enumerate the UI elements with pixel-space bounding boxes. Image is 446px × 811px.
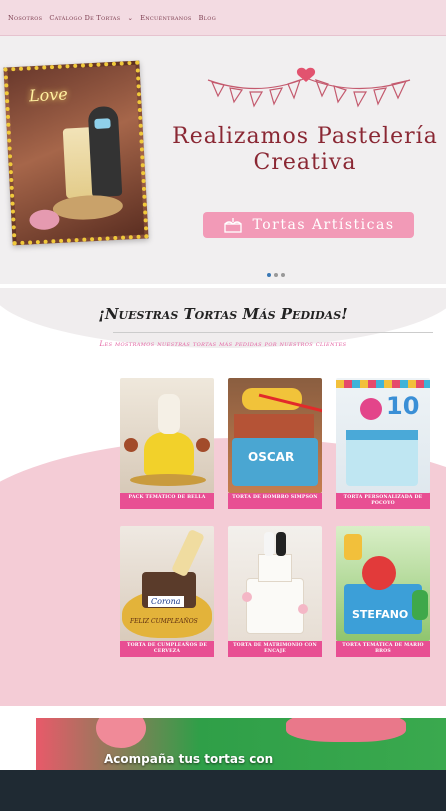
slider-dot-3[interactable] <box>281 273 285 277</box>
cake-name-text: OSCAR <box>248 450 295 464</box>
cake-card[interactable]: PACK TEMÁTICO DE BELLA <box>120 378 214 509</box>
top-nav: Nosotros Catálogo De Tortas ⌄ Encuéntran… <box>0 0 446 36</box>
cake-image-bella[interactable] <box>120 378 214 493</box>
hero-title-line2: Creativa <box>253 150 357 175</box>
hero-title-line1: Realizamos Pastelería <box>172 124 438 149</box>
cake-image-mario[interactable]: STEFANO <box>336 526 430 641</box>
artistic-cakes-badge[interactable]: Tortas Artísticas <box>203 212 414 238</box>
cake-image-cerveza[interactable]: Corona FELIZ CUMPLEAÑOS <box>120 526 214 641</box>
banner-text: Acompaña tus tortas con <box>104 752 274 766</box>
mask-shape <box>94 118 111 129</box>
hero-photo: Love <box>3 60 149 246</box>
section-divider <box>113 332 433 333</box>
section-title: ¡Nuestras Tortas Más Pedidas! <box>98 305 348 323</box>
cake-card[interactable]: STEFANO TORTA TEMÁTICA DE MARIO BROS <box>336 526 430 657</box>
card-caption: PACK TEMÁTICO DE BELLA <box>120 493 214 509</box>
brand-label: Corona <box>148 596 184 607</box>
nav-link-catalogo[interactable]: Catálogo De Tortas <box>49 14 120 22</box>
nav-link-blog[interactable]: Blog <box>199 14 216 22</box>
cake-card[interactable]: OSCAR TORTA DE HOMBRO SIMPSON <box>228 378 322 509</box>
cupcake-tray <box>52 193 124 222</box>
bunting-decoration <box>207 67 411 108</box>
slider-dot-2[interactable] <box>274 273 278 277</box>
cake-icon <box>224 218 243 233</box>
greeting-text: FELIZ CUMPLEAÑOS <box>130 618 198 625</box>
footer-bar <box>0 770 446 811</box>
badge-label: Tortas Artísticas <box>252 217 395 233</box>
slider-dot-1[interactable] <box>267 273 271 277</box>
neon-sign: Love <box>28 84 69 106</box>
cake-image-pocoyo[interactable]: 10 <box>336 378 430 493</box>
flower-shape <box>28 208 60 231</box>
slider-dots <box>267 273 285 277</box>
section-subtitle: Les mostramos nuestras tortas más pedida… <box>99 340 347 348</box>
age-number: 10 <box>386 392 420 420</box>
cake-card[interactable]: 10 TORTA PERSONALIZADA DE POCOYO <box>336 378 430 509</box>
card-caption: TORTA DE HOMBRO SIMPSON <box>228 493 322 509</box>
cake-card[interactable]: TORTA DE MATRIMONIO CON ENCAJE <box>228 526 322 657</box>
card-caption: TORTA PERSONALIZADA DE POCOYO <box>336 493 430 509</box>
chevron-down-icon[interactable]: ⌄ <box>127 14 133 22</box>
card-caption: TORTA DE MATRIMONIO CON ENCAJE <box>228 641 322 657</box>
card-caption: TORTA DE CUMPLEAÑOS DE CERVEZA <box>120 641 214 657</box>
accessories-banner[interactable]: Acompaña tus tortas con <box>36 718 446 778</box>
nav-link-encuentranos[interactable]: Encuéntranos <box>140 14 191 22</box>
hero-title: Realizamos Pastelería Creativa <box>160 124 446 176</box>
cake-name-text: STEFANO <box>352 608 409 621</box>
nav-link-nosotros[interactable]: Nosotros <box>8 14 42 22</box>
cake-image-simpson[interactable]: OSCAR <box>228 378 322 493</box>
popular-cakes-section: ¡Nuestras Tortas Más Pedidas! Les mostra… <box>0 288 446 706</box>
cake-card[interactable]: Corona FELIZ CUMPLEAÑOS TORTA DE CUMPLEA… <box>120 526 214 657</box>
cake-image-matrimonio[interactable] <box>228 526 322 641</box>
card-caption: TORTA TEMÁTICA DE MARIO BROS <box>336 641 430 657</box>
